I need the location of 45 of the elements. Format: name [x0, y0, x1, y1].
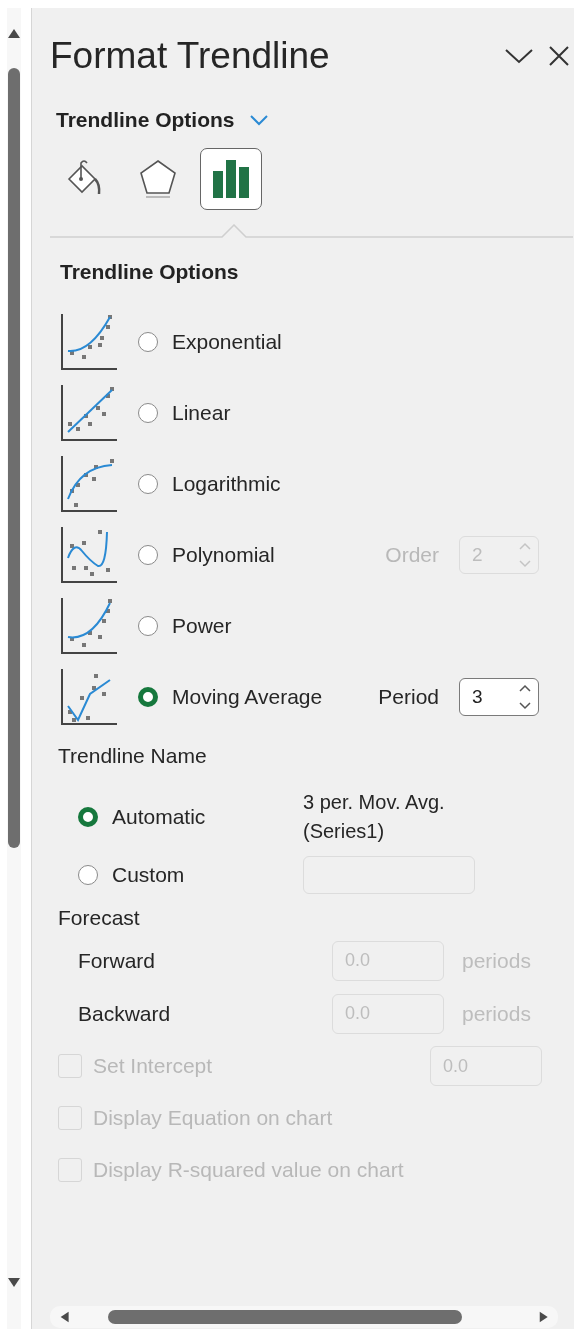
scroll-left-icon[interactable] [58, 1310, 71, 1324]
checkbox-label: Display R-squared value on chart [93, 1158, 404, 1182]
radio-button[interactable] [138, 615, 158, 636]
trendline-chart-icon [60, 525, 118, 584]
trendline-type-radio[interactable]: Linear [138, 400, 231, 425]
forecast-label: Backward [78, 1001, 172, 1026]
bar-chart-icon [212, 159, 250, 199]
radio-button[interactable] [138, 473, 158, 494]
radio-button[interactable] [138, 402, 158, 423]
scroll-right-icon[interactable] [537, 1310, 550, 1324]
radio-button[interactable] [78, 865, 98, 885]
number-spinner[interactable]: 3 [459, 677, 539, 716]
radio-button[interactable] [138, 544, 158, 565]
trendline-type-radio[interactable]: Polynomial [138, 542, 275, 567]
scrollbar-thumb[interactable] [108, 1310, 462, 1324]
trendline-chart-icon [60, 596, 118, 655]
spinner-label: Order [385, 542, 439, 567]
forecast-label: Forward [78, 948, 157, 973]
trendline-chart-icon [60, 667, 118, 726]
trendline-type-radio[interactable]: Logarithmic [138, 471, 281, 496]
radio-button[interactable] [78, 807, 98, 827]
checkbox-label: Display Equation on chart [93, 1106, 333, 1130]
spin-arrows-icon[interactable] [518, 682, 532, 711]
trendline-chart-icon [60, 454, 118, 513]
section-menu[interactable]: Trendline Options [56, 102, 269, 138]
trendline-type-radio[interactable]: Power [138, 613, 232, 638]
trendline-chart-icon [60, 383, 118, 442]
spinner-label: Period [378, 684, 439, 709]
name-option-radio[interactable]: Custom [78, 863, 303, 887]
section-heading: Trendline Options [60, 260, 240, 284]
pane-tab[interactable] [200, 148, 262, 210]
checkbox-label: Set Intercept [93, 1054, 213, 1078]
section-label: Trendline Name [58, 744, 208, 768]
scroll-down-icon[interactable] [7, 1275, 21, 1289]
trendline-type-radio[interactable]: Exponential [138, 329, 282, 354]
trendline-chart-icon [60, 312, 118, 371]
section-label: Forecast [58, 906, 141, 930]
scrollbar-thumb[interactable] [8, 68, 20, 848]
radio-button[interactable] [138, 331, 158, 352]
pentagon-icon [138, 158, 178, 200]
pane-title: Format Trendline [50, 35, 331, 77]
automatic-name-text: 3 per. Mov. Avg. (Series1) [303, 790, 446, 844]
name-option-radio[interactable]: Automatic [78, 805, 303, 829]
trendline-type-radio[interactable]: Moving Average [138, 684, 323, 709]
radio-button[interactable] [138, 686, 158, 707]
